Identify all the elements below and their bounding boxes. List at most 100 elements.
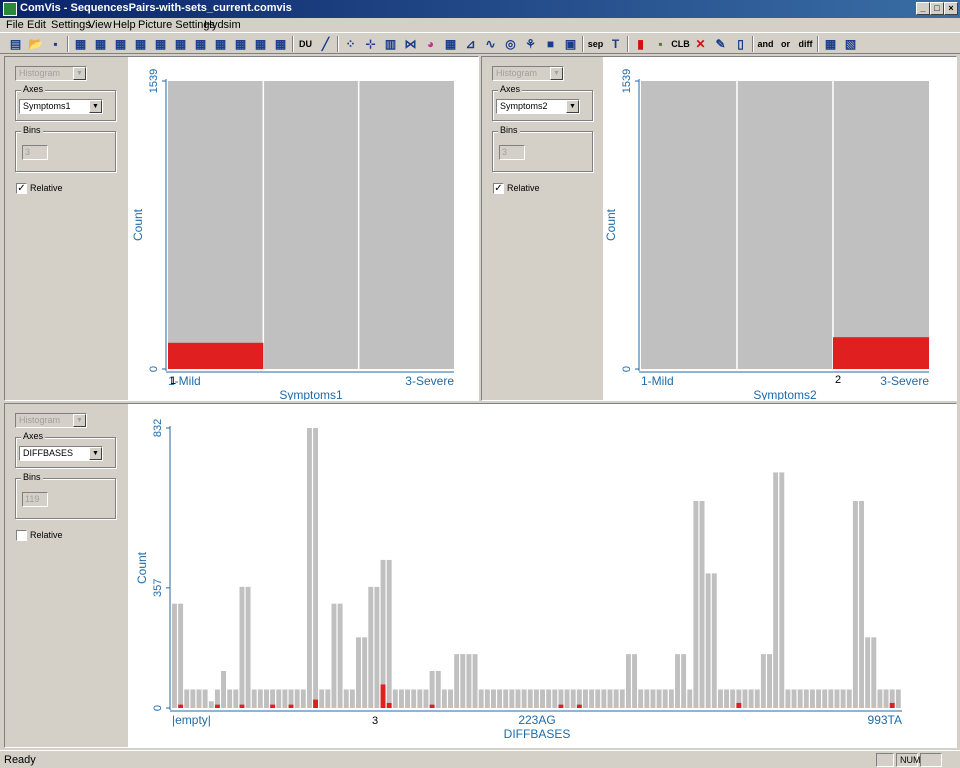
minimize-button[interactable]: _ (916, 2, 930, 15)
histogram-bar (846, 689, 852, 708)
toolbar-layout-4-button[interactable]: ▦ (131, 35, 150, 53)
toolbar-du-button[interactable]: DU (296, 35, 315, 53)
menu-edit[interactable]: Edit (27, 18, 46, 32)
toolbar-layout-2-button[interactable]: ▦ (91, 35, 110, 53)
histogram-bar (641, 81, 737, 369)
toolbar-axes-3d-button[interactable]: ⊹ (361, 35, 380, 53)
bins-input[interactable]: 3 (499, 145, 525, 160)
axes-label: Axes (498, 84, 523, 94)
toolbar-axes-2d-button[interactable]: ⊿ (461, 35, 480, 53)
toolbar-layout-5-button[interactable]: ▦ (151, 35, 170, 53)
toolbar-layout-8-button[interactable]: ▦ (211, 35, 230, 53)
bins-input[interactable]: 3 (22, 145, 48, 160)
view-type-select[interactable]: Histogram ▼ (15, 66, 87, 81)
axes-select[interactable]: Symptoms1 ▼ (19, 99, 103, 114)
toolbar-import-button[interactable]: ▧ (841, 35, 860, 53)
toolbar-layout-6-button[interactable]: ▦ (171, 35, 190, 53)
toolbar-matrix-button[interactable]: ▣ (561, 35, 580, 53)
menu-help[interactable]: Help (113, 18, 136, 32)
histogram-bar (852, 501, 858, 708)
brush-icon: ✎ (715, 37, 726, 51)
histogram-plot-symptoms1[interactable]: 0 1539 Count 1-Mild 3-Severe Symptoms1 1 (128, 57, 478, 402)
save-icon: ▪ (53, 37, 58, 51)
toolbar-pie-button[interactable]: ◕ (421, 35, 440, 53)
tree-icon: ⚘ (525, 37, 536, 51)
axes-select[interactable]: DIFFBASES ▼ (19, 446, 103, 461)
menu-settings[interactable]: Settings (51, 18, 91, 32)
histogram-chart[interactable]: 0 357 832 Count |empty| 223AG 993TA DIFFBASES 3 (128, 404, 956, 747)
toolbar-draw-button[interactable]: ╱ (316, 35, 335, 53)
toolbar-hammer-button[interactable]: T (606, 35, 625, 53)
axes-select-value: Symptoms1 (23, 101, 71, 111)
toolbar-blank-button[interactable]: ▯ (731, 35, 750, 53)
view-type-select[interactable]: Histogram ▼ (15, 413, 87, 428)
close-button[interactable]: × (944, 2, 958, 15)
histogram-bar (760, 654, 766, 708)
layout-10-icon: ▦ (254, 37, 267, 51)
histogram-plot-diffbases[interactable]: 0 357 832 Count |empty| 223AG 993TA DIFFBASES 3 (128, 404, 956, 747)
histogram-bar (306, 428, 312, 708)
histogram-bar (877, 689, 883, 708)
histogram-chart[interactable]: 0 1539 Count 1-Mild 3-Severe Symptoms2 2 (603, 57, 956, 402)
histogram-bar (374, 586, 380, 708)
toolbar-layout-11-button[interactable]: ▦ (271, 35, 290, 53)
toolbar-clb-button[interactable]: CLB (671, 35, 690, 53)
toolbar-parallel-coords-button[interactable]: ⋈ (401, 35, 420, 53)
toolbar-export-button[interactable]: ▦ (821, 35, 840, 53)
histogram-bar (625, 654, 631, 708)
histogram-bar (466, 654, 472, 708)
toolbar-cube-button[interactable]: ■ (541, 35, 560, 53)
toolbar-layout-10-button[interactable]: ▦ (251, 35, 270, 53)
toolbar-separator (67, 36, 69, 52)
toolbar-layout-1-button[interactable]: ▦ (71, 35, 90, 53)
histogram-bar (251, 689, 257, 708)
menu-view[interactable]: View (88, 18, 112, 32)
toolbar-and-button[interactable]: and (756, 35, 775, 53)
relative-checkbox[interactable]: ✓ (493, 183, 504, 194)
selection-bar (833, 337, 929, 369)
selection-bar (214, 704, 220, 708)
relative-checkbox[interactable] (16, 530, 27, 541)
toolbar-separator (627, 36, 629, 52)
toolbar-select-red-button[interactable]: ▮ (631, 35, 650, 53)
toolbar-diff-button[interactable]: diff (796, 35, 815, 53)
menu-file[interactable]: File (6, 18, 24, 32)
toolbar-spiral-button[interactable]: ◎ (501, 35, 520, 53)
axes-3d-icon: ⊹ (365, 37, 376, 51)
histogram-bar (601, 689, 607, 708)
axes-select[interactable]: Symptoms2 ▼ (496, 99, 580, 114)
toolbar-layout-3-button[interactable]: ▦ (111, 35, 130, 53)
bins-input[interactable]: 119 (22, 492, 48, 507)
toolbar-layout-7-button[interactable]: ▦ (191, 35, 210, 53)
open-icon: 📂 (28, 37, 43, 51)
toolbar-layout-9-button[interactable]: ▦ (231, 35, 250, 53)
maximize-button[interactable]: □ (930, 2, 944, 15)
toolbar-new-view-button[interactable]: ▤ (6, 35, 25, 53)
toolbar-clear-selection-button[interactable]: ✕ (691, 35, 710, 53)
toolbar-open-button[interactable]: 📂 (26, 35, 45, 53)
status-pane-caps (876, 753, 894, 767)
toolbar-histogram-button[interactable]: ▥ (381, 35, 400, 53)
selection-bar (313, 699, 319, 708)
toolbar-tree-button[interactable]: ⚘ (521, 35, 540, 53)
toolbar-select-green-button[interactable]: ▪ (651, 35, 670, 53)
histogram-chart[interactable]: 01539Count1-Mild 3-SevereSymptoms11 (128, 57, 478, 402)
toolbar-save-button[interactable]: ▪ (46, 35, 65, 53)
menu-hydsim[interactable]: Hydsim (204, 18, 241, 32)
relative-checkbox[interactable]: ✓ (16, 183, 27, 194)
histogram-bar (833, 81, 929, 369)
toolbar-scatter-button[interactable]: ⁘ (341, 35, 360, 53)
histogram-bar (263, 81, 359, 369)
toolbar-or-button[interactable]: or (776, 35, 795, 53)
view-type-select[interactable]: Histogram ▼ (492, 66, 564, 81)
toolbar-curves-button[interactable]: ∿ (481, 35, 500, 53)
histogram-bar (349, 689, 355, 708)
histogram-plot-symptoms2[interactable]: 0 1539 Count 1-Mild 3-Severe Symptoms2 2 (603, 57, 956, 402)
toolbar-bar-3d-button[interactable]: ▦ (441, 35, 460, 53)
pie-icon: ◕ (426, 37, 435, 51)
toolbar-brush-button[interactable]: ✎ (711, 35, 730, 53)
toolbar-sep-button[interactable]: sep (586, 35, 605, 53)
histogram-bar (809, 689, 815, 708)
selection-bar (386, 702, 392, 708)
x-tick-label: 993TA (868, 713, 902, 727)
